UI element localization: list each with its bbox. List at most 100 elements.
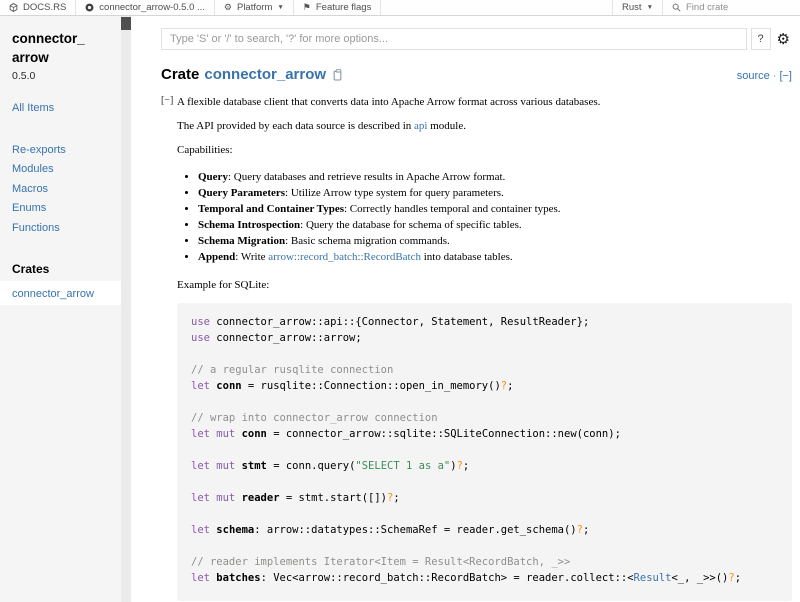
settings-gear-icon[interactable]: ⚙	[775, 32, 792, 47]
platform-label: Platform	[237, 2, 272, 13]
sidebar-item-macros[interactable]: Macros	[12, 180, 121, 200]
code-token: use	[191, 332, 210, 344]
item-kind-label: Crate	[161, 66, 199, 83]
crate-menu[interactable]: connector_arrow-0.5.0 ...	[76, 0, 215, 15]
capabilities-list: Query: Query databases and retrieve resu…	[177, 169, 792, 265]
find-crate-search[interactable]	[662, 0, 800, 15]
find-crate-input[interactable]	[686, 2, 791, 13]
code-token: connector_arrow::api::{Connector, Statem…	[210, 316, 589, 328]
crates-heading: Crates	[12, 262, 121, 276]
search-icon	[672, 3, 681, 12]
code-token: use	[191, 316, 210, 328]
page-layout: connector_ arrow 0.5.0 All Items Re-expo…	[0, 16, 800, 602]
code-token: let mut	[191, 492, 235, 504]
code-token: // a regular rusqlite connection	[191, 364, 393, 376]
rust-menu[interactable]: Rust ▼	[612, 0, 662, 15]
code-token: ;	[393, 492, 399, 504]
search-input[interactable]	[161, 28, 747, 50]
code-token: = rusqlite::Connection::open_in_memory()	[242, 380, 501, 392]
sidebar: connector_ arrow 0.5.0 All Items Re-expo…	[0, 16, 131, 602]
code-token: // reader implements Iterator<Item = Res…	[191, 556, 570, 568]
capability-item: Schema Introspection: Query the database…	[198, 217, 792, 233]
crate-icon	[85, 3, 94, 12]
help-button[interactable]: ?	[751, 28, 771, 50]
sidebar-item-all-items[interactable]: All Items	[12, 99, 121, 119]
sidebar-item-re-exports[interactable]: Re-exports	[12, 141, 121, 161]
code-token: schema	[216, 524, 254, 536]
code-token: conn	[242, 428, 267, 440]
api-module-link[interactable]: api	[414, 120, 427, 132]
crate-menu-label: connector_arrow-0.5.0 ...	[99, 2, 205, 13]
scrollbar-thumb[interactable]	[121, 17, 131, 30]
docblock: [−] A flexible database client that conv…	[177, 95, 792, 601]
api-text-post: module.	[428, 120, 467, 132]
recordbatch-link[interactable]: arrow::record_batch::RecordBatch	[268, 251, 421, 263]
rust-menu-label: Rust	[622, 2, 642, 13]
docblock-toggle[interactable]: [−]	[161, 95, 173, 106]
brand-label: DOCS.RS	[23, 2, 66, 13]
page-title: Crate connector_arrow	[161, 66, 344, 83]
code-token: "SELECT 1 as a"	[355, 460, 450, 472]
crate-version: 0.5.0	[12, 70, 121, 82]
search-row: ? ⚙	[161, 28, 792, 50]
code-block: use connector_arrow::api::{Connector, St…	[177, 303, 792, 601]
feature-flags-link[interactable]: ⚑ Feature flags	[294, 0, 382, 15]
collapse-all-toggle[interactable]: [−]	[779, 70, 792, 82]
topbar-spacer	[381, 0, 612, 15]
result-type-link[interactable]: Result	[634, 572, 672, 584]
crate-title-line2: arrow	[12, 48, 121, 67]
capability-item: Query Parameters: Utilize Arrow type sys…	[198, 185, 792, 201]
source-link[interactable]: source	[737, 70, 770, 82]
platform-menu[interactable]: ⚙ Platform ▼	[215, 0, 294, 15]
crate-title-line1: connector_	[12, 29, 121, 48]
doc-paragraph-example: Example for SQLite:	[177, 278, 792, 293]
code-token: let mut	[191, 428, 235, 440]
code-token: = connector_arrow::sqlite::SQLiteConnect…	[267, 428, 621, 440]
platform-gear-icon: ⚙	[224, 2, 232, 13]
code-token: = stmt.start([])	[280, 492, 387, 504]
sidebar-section-links: Re-exportsModulesMacrosEnumsFunctions	[12, 141, 121, 239]
code-token: let	[191, 572, 210, 584]
code-token: : arrow::datatypes::SchemaRef = reader.g…	[254, 524, 576, 536]
code-token: let mut	[191, 460, 235, 472]
feature-flags-label: Feature flags	[316, 2, 371, 13]
topbar: DOCS.RS connector_arrow-0.5.0 ... ⚙ Plat…	[0, 0, 800, 16]
code-token: = conn.query(	[267, 460, 356, 472]
code-token: // wrap into connector_arrow connection	[191, 412, 438, 424]
header-meta: source·[−]	[737, 70, 792, 82]
code-token: let	[191, 524, 210, 536]
crate-name-link[interactable]: connector_arrow	[204, 66, 326, 83]
code-token: ;	[583, 524, 589, 536]
code-token: connector_arrow::arrow;	[210, 332, 362, 344]
doc-paragraph-intro: A flexible database client that converts…	[177, 95, 792, 110]
sidebar-item-current-crate[interactable]: connector_arrow	[0, 281, 121, 305]
main-content: ? ⚙ Crate connector_arrow source·[−] [−]…	[131, 16, 800, 602]
capability-item: Query: Query databases and retrieve resu…	[198, 169, 792, 185]
doc-paragraph-capabilities: Capabilities:	[177, 143, 792, 158]
caret-down-icon: ▼	[277, 4, 283, 11]
code-token: ;	[507, 380, 513, 392]
code-token: reader	[242, 492, 280, 504]
code-token: let	[191, 380, 210, 392]
code-token: : Vec<arrow::record_batch::RecordBatch> …	[261, 572, 634, 584]
caret-down-icon: ▼	[647, 4, 653, 11]
sidebar-item-functions[interactable]: Functions	[12, 219, 121, 239]
docsrs-brand[interactable]: DOCS.RS	[0, 0, 76, 15]
capability-item: Schema Migration: Basic schema migration…	[198, 233, 792, 249]
sidebar-scrollbar[interactable]	[121, 16, 131, 602]
code-token: ;	[735, 572, 741, 584]
copy-path-icon[interactable]	[333, 69, 344, 81]
code-token: ;	[463, 460, 469, 472]
capability-item: Append: Write arrow::record_batch::Recor…	[198, 249, 792, 265]
code-token: <_, _>>()	[671, 572, 728, 584]
current-crate-link[interactable]: connector_arrow	[12, 288, 94, 300]
sidebar-item-enums[interactable]: Enums	[12, 199, 121, 219]
api-text-pre: The API provided by each data source is …	[177, 120, 414, 132]
flag-icon: ⚑	[303, 2, 311, 13]
sidebar-crate-title[interactable]: connector_ arrow	[12, 29, 121, 67]
docsrs-logo-icon	[9, 3, 18, 12]
sidebar-item-modules[interactable]: Modules	[12, 160, 121, 180]
code-token: conn	[216, 380, 241, 392]
code-token: stmt	[242, 460, 267, 472]
code-token: batches	[216, 572, 260, 584]
